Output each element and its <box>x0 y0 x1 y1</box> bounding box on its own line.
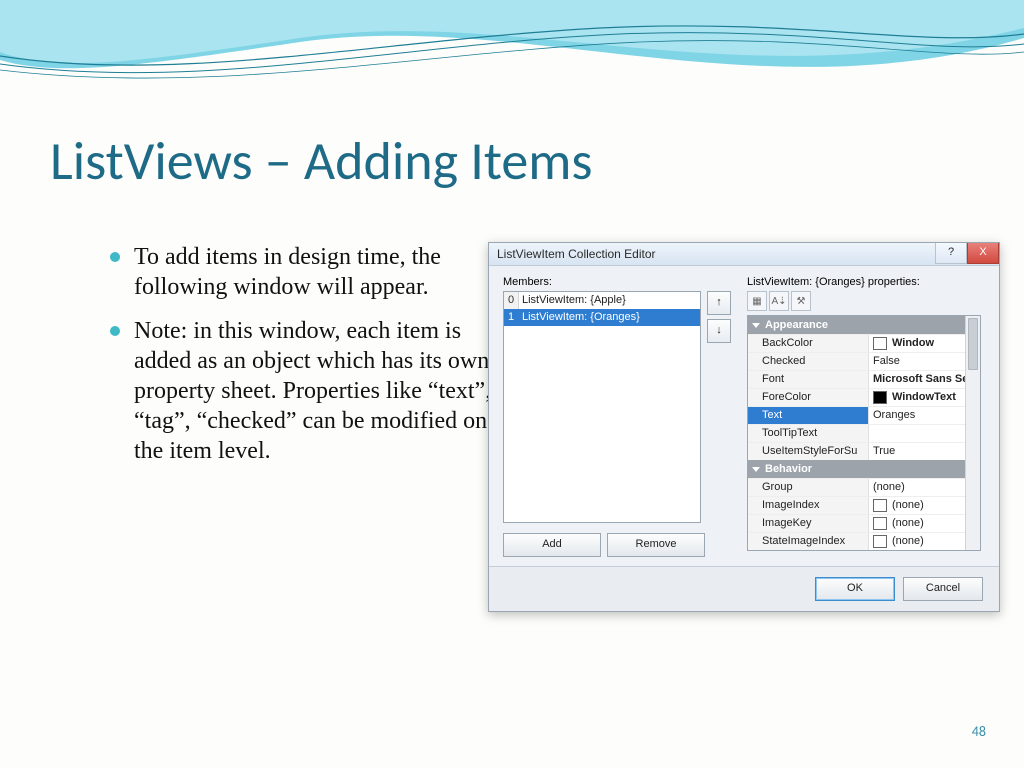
move-down-button[interactable]: ↓ <box>707 319 731 343</box>
color-swatch-icon <box>873 391 887 404</box>
property-pages-icon[interactable]: ⚒ <box>791 291 811 311</box>
member-label: ListViewItem: {Apple} <box>519 292 700 309</box>
dialog-titlebar: ListViewItem Collection Editor ? X <box>489 243 999 266</box>
prop-name: Text <box>748 407 869 424</box>
prop-name: BackColor <box>748 335 869 352</box>
cancel-button[interactable]: Cancel <box>903 577 983 601</box>
dialog-footer: OK Cancel <box>489 566 999 611</box>
prop-value[interactable]: (none) <box>869 479 980 496</box>
property-grid[interactable]: Appearance BackColorWindow CheckedFalse … <box>747 315 981 551</box>
ok-button[interactable]: OK <box>815 577 895 601</box>
prop-name: ImageIndex <box>748 497 869 514</box>
add-button[interactable]: Add <box>503 533 601 557</box>
prop-value[interactable]: Microsoft Sans Serif, 8 <box>869 371 980 388</box>
prop-value[interactable]: Oranges <box>869 407 980 424</box>
color-swatch-icon <box>873 337 887 350</box>
category-appearance[interactable]: Appearance <box>748 316 980 334</box>
category-data[interactable]: Data <box>748 550 980 551</box>
members-listbox[interactable]: 0 ListViewItem: {Apple} 1 ListViewItem: … <box>503 291 701 523</box>
prop-value[interactable] <box>869 425 980 442</box>
slide-title: ListViews – Adding Items <box>50 128 593 194</box>
scrollbar[interactable] <box>965 316 980 550</box>
categorized-icon[interactable]: ▦ <box>747 291 767 311</box>
prop-value[interactable]: Window <box>869 335 980 352</box>
prop-name: StateImageIndex <box>748 533 869 550</box>
member-index: 0 <box>504 292 519 309</box>
image-swatch-icon <box>873 499 887 512</box>
page-number: 48 <box>972 723 986 740</box>
prop-value[interactable]: False <box>869 353 980 370</box>
bullet-item: To add items in design time, the followi… <box>110 242 510 302</box>
alphabetical-icon[interactable]: A⇣ <box>769 291 789 311</box>
prop-value[interactable]: True <box>869 443 980 460</box>
prop-name: UseItemStyleForSu <box>748 443 869 460</box>
category-behavior[interactable]: Behavior <box>748 460 980 478</box>
member-row[interactable]: 0 ListViewItem: {Apple} <box>504 292 700 309</box>
move-up-button[interactable]: ↑ <box>707 291 731 315</box>
prop-name: ForeColor <box>748 389 869 406</box>
prop-name: Group <box>748 479 869 496</box>
prop-name: ToolTipText <box>748 425 869 442</box>
member-row-selected[interactable]: 1 ListViewItem: {Oranges} <box>504 309 700 326</box>
properties-label: ListViewItem: {Oranges} properties: <box>747 276 981 288</box>
prop-value[interactable]: WindowText <box>869 389 980 406</box>
close-button[interactable]: X <box>967 243 999 264</box>
property-toolbar: ▦ A⇣ ⚒ <box>747 291 981 311</box>
bullet-list: To add items in design time, the followi… <box>70 242 510 480</box>
prop-value[interactable]: (none) <box>869 515 980 532</box>
image-swatch-icon <box>873 535 887 548</box>
dialog-title-text: ListViewItem Collection Editor <box>497 247 656 261</box>
prop-name: Font <box>748 371 869 388</box>
member-label: ListViewItem: {Oranges} <box>519 309 700 326</box>
prop-name: ImageKey <box>748 515 869 532</box>
prop-name: Checked <box>748 353 869 370</box>
decorative-swoosh <box>0 0 1024 120</box>
member-index: 1 <box>504 309 519 326</box>
prop-value[interactable]: (none) <box>869 533 980 550</box>
collection-editor-dialog: ListViewItem Collection Editor ? X Membe… <box>488 242 1000 612</box>
bullet-item: Note: in this window, each item is added… <box>110 316 510 466</box>
image-swatch-icon <box>873 517 887 530</box>
prop-value[interactable]: (none) <box>869 497 980 514</box>
remove-button[interactable]: Remove <box>607 533 705 557</box>
help-button[interactable]: ? <box>935 243 967 264</box>
slide: ListViews – Adding Items To add items in… <box>0 0 1024 768</box>
